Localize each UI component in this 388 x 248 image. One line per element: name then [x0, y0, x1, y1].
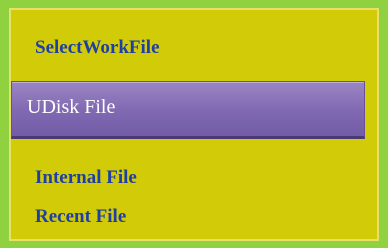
menu-item-recent-file[interactable]: Recent File — [35, 206, 126, 228]
file-select-panel: SelectWorkFile UDisk File Internal File … — [9, 8, 379, 241]
menu-item-internal-file[interactable]: Internal File — [35, 167, 137, 189]
menu-item-udisk-file[interactable]: UDisk File — [11, 81, 365, 139]
menu-item-label: UDisk File — [27, 96, 116, 118]
file-select-dialog: SelectWorkFile UDisk File Internal File … — [0, 0, 388, 248]
dialog-title: SelectWorkFile — [35, 37, 160, 58]
